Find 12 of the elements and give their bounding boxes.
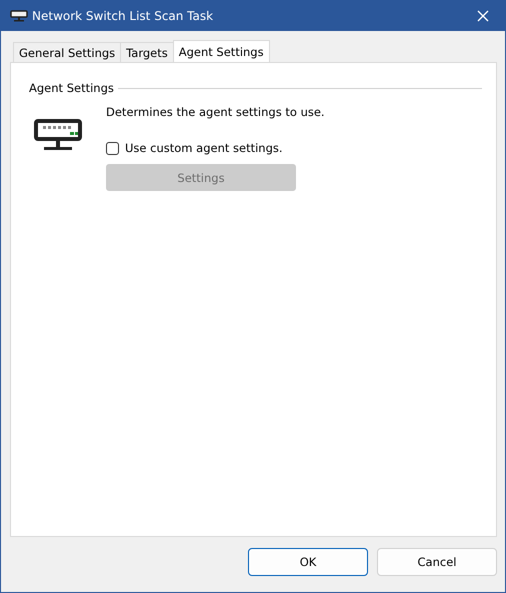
tab[interactable]: General Settings [13, 42, 122, 62]
window-title: Network Switch List Scan Task [32, 9, 214, 23]
close-icon [477, 10, 489, 22]
checkbox[interactable] [106, 142, 119, 154]
switch-icon [10, 10, 28, 22]
tab[interactable]: Targets [120, 42, 174, 62]
switch-icon [34, 119, 82, 153]
dialog-button[interactable]: Cancel [377, 548, 497, 576]
dialog-button[interactable]: OK [248, 548, 368, 576]
description-text: Determines the agent settings to use. [106, 105, 325, 119]
group-title: Agent Settings [29, 81, 114, 95]
tab[interactable]: Agent Settings [172, 40, 270, 62]
